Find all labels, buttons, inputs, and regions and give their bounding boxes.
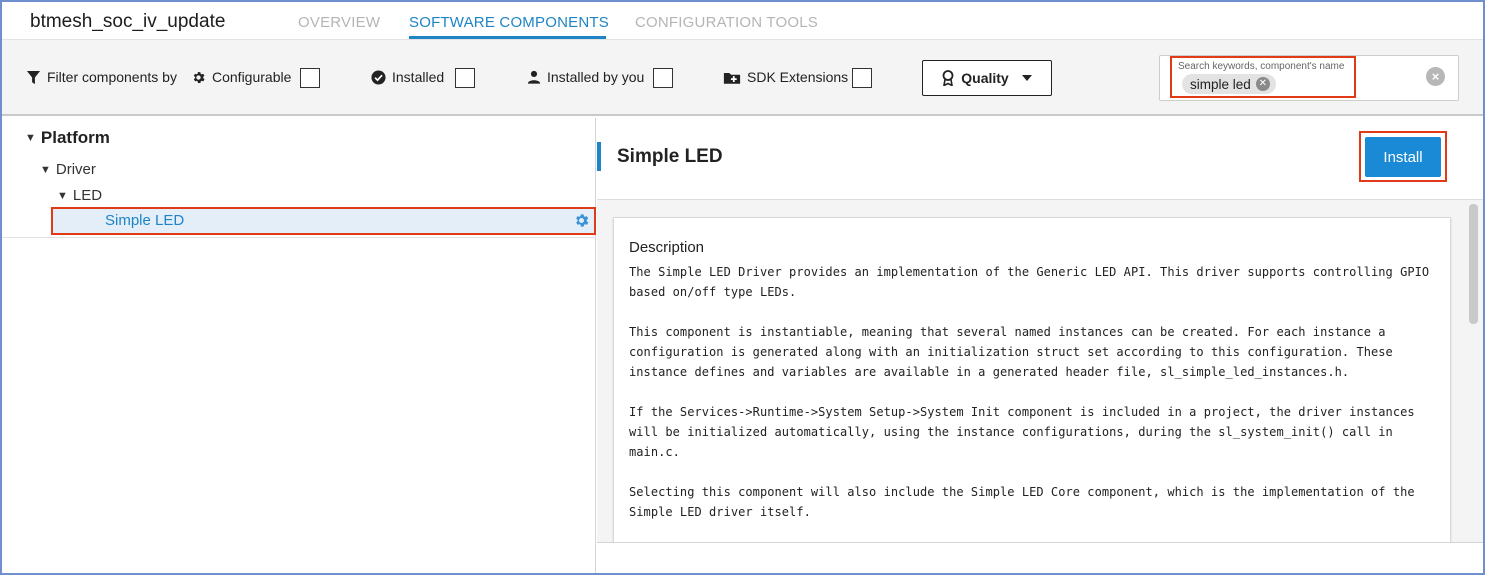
filter-installed: Installed — [371, 69, 444, 85]
component-tree: ▼ Platform ▼ Driver ▼ LED Simple LED — [2, 118, 596, 573]
filter-installed-by-you: Installed by you — [527, 69, 644, 85]
description-paragraph: The Simple LED Driver provides an implem… — [629, 265, 1430, 299]
tree-node-driver[interactable]: ▼ Driver — [40, 161, 96, 178]
check-circle-icon — [371, 69, 386, 85]
person-icon — [527, 70, 541, 84]
component-title: Simple LED — [617, 146, 723, 167]
tab-configuration-tools[interactable]: CONFIGURATION TOOLS — [635, 14, 818, 31]
configurable-checkbox[interactable] — [300, 68, 320, 88]
caret-down-icon — [1021, 75, 1032, 81]
configurable-label: Configurable — [212, 69, 292, 85]
tree-label-led: LED — [72, 187, 103, 204]
filter-label: Filter components by — [26, 69, 177, 85]
title-accent-bar — [597, 142, 601, 171]
active-tab-indicator — [409, 36, 606, 39]
filter-label-text: Filter components by — [47, 69, 177, 85]
installed-by-you-checkbox[interactable] — [653, 68, 673, 88]
clear-icon[interactable]: × — [1426, 67, 1445, 86]
gear-icon — [193, 71, 205, 83]
install-highlight-box — [1359, 131, 1447, 182]
ribbon-icon — [942, 70, 954, 86]
sdk-extension-icon — [723, 72, 741, 84]
detail-scrollbar[interactable] — [1469, 204, 1478, 324]
installed-label: Installed — [392, 69, 445, 85]
detail-footer — [597, 542, 1483, 573]
filter-configurable: Configurable — [191, 69, 291, 85]
component-detail-panel: Simple LED Install Description The Simpl… — [597, 118, 1483, 573]
sdk-extensions-label: SDK Extensions — [747, 69, 849, 85]
description-heading: Description — [629, 239, 705, 256]
tab-software-components[interactable]: SOFTWARE COMPONENTS — [409, 14, 609, 31]
search-highlight-box — [1170, 56, 1356, 98]
tab-overview[interactable]: OVERVIEW — [298, 14, 380, 31]
selection-highlight-box — [51, 207, 596, 235]
description-paragraph: If the Services->Runtime->System Setup->… — [629, 405, 1415, 459]
tree-node-platform[interactable]: ▼ Platform — [25, 128, 110, 148]
project-name: btmesh_soc_iv_update — [30, 11, 226, 32]
tree-label-driver: Driver — [55, 161, 96, 178]
expand-caret-icon[interactable]: ▼ — [40, 164, 51, 176]
filter-icon — [26, 70, 41, 84]
expand-caret-icon[interactable]: ▼ — [57, 190, 68, 202]
tree-node-led[interactable]: ▼ LED — [57, 187, 102, 204]
quality-dropdown[interactable]: Quality — [922, 60, 1052, 96]
description-card: Description The Simple LED Driver provid… — [613, 217, 1451, 557]
description-paragraph: Selecting this component will also inclu… — [629, 485, 1415, 519]
filter-sdk-extensions: SDK Extensions — [723, 69, 848, 85]
tree-divider — [2, 237, 596, 238]
detail-header: Simple LED Install — [597, 118, 1483, 200]
tree-label-platform: Platform — [40, 128, 110, 147]
installed-checkbox[interactable] — [455, 68, 475, 88]
sdk-extensions-checkbox[interactable] — [852, 68, 872, 88]
header-bar: btmesh_soc_iv_update OVERVIEW SOFTWARE C… — [2, 2, 1483, 40]
expand-caret-icon[interactable]: ▼ — [25, 132, 36, 144]
quality-label: Quality — [961, 70, 1009, 86]
installed-by-you-label: Installed by you — [547, 69, 645, 85]
description-paragraph: This component is instantiable, meaning … — [629, 325, 1393, 379]
